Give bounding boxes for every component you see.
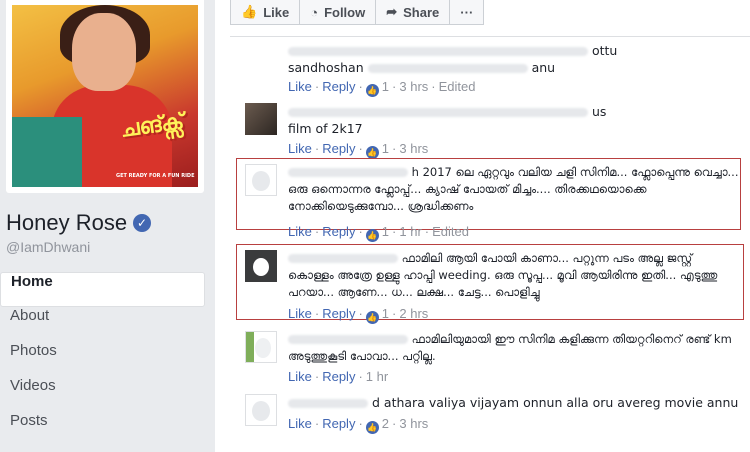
comment-meta: Like · Reply · 👍 1 · 3 hrs (288, 141, 429, 159)
comment-text: d athara valiya vijayam onnun alla oru a… (288, 394, 740, 411)
nav-home[interactable]: Home (0, 272, 205, 307)
like-count[interactable]: 1 (382, 141, 389, 156)
comment-like-link[interactable]: Like (288, 224, 312, 239)
left-column: ചങ്ക്സ് GET READY FOR A FUN RIDE Honey R… (0, 0, 210, 452)
follow-label: Follow (324, 4, 366, 20)
comment-text-fragment: us (591, 104, 607, 119)
comments-panel: 👍 Like ◔ Follow ➦ Share ··· ottu sandhos… (215, 0, 750, 452)
divider (230, 36, 750, 37)
page-nav: Home About Photos Videos Posts (0, 272, 205, 447)
comment-text: h 2017 ലെ ഏറ്റവും വലിയ ചളി സിനിമ... ഫ്ലോ… (288, 164, 740, 215)
more-dots-icon: ··· (460, 4, 474, 20)
share-button[interactable]: ➦ Share (376, 0, 451, 25)
commenter-name-fragment[interactable]: h (412, 165, 419, 179)
like-count-icon: 👍 (365, 84, 379, 97)
like-count[interactable]: 2 (382, 416, 389, 431)
comment: ഫാമിലിയുമായി ഈ സിനിമ കളിക്കുന്ന തിയറ്ററി… (245, 331, 740, 389)
nav-about[interactable]: About (0, 307, 205, 342)
comment: d athara valiya vijayam onnun alla oru a… (245, 394, 740, 444)
comment-body: film of 2k17 (288, 121, 363, 136)
comment-reply-link[interactable]: Reply (322, 306, 355, 321)
nav-posts[interactable]: Posts (0, 412, 205, 447)
nav-photos[interactable]: Photos (0, 342, 205, 377)
comment-text: ഫാമിലി ആയി പോയി കാണാ... പറ്റുന്ന പടം അല്… (288, 250, 740, 301)
profile-photo: ചങ്ക്സ് GET READY FOR A FUN RIDE (12, 5, 198, 187)
comment-body: sandhoshan (288, 60, 364, 75)
commenter-name-fragment[interactable]: d (372, 395, 380, 410)
like-count-icon: 👍 (365, 229, 379, 242)
verified-badge-icon: ✓ (133, 214, 152, 232)
comment-like-link[interactable]: Like (288, 306, 312, 321)
commenter-avatar[interactable] (245, 394, 277, 426)
follow-button[interactable]: ◔ Follow (300, 0, 377, 25)
comment-text: ഫാമിലിയുമായി ഈ സിനിമ കളിക്കുന്ന തിയറ്ററി… (288, 331, 740, 365)
like-count[interactable]: 1 (382, 79, 389, 94)
comment-body-tail: anu (531, 60, 556, 75)
comment-meta: Like · Reply · 👍 1 · 1 hr · Edited (288, 224, 469, 242)
like-count-icon: 👍 (365, 311, 379, 324)
like-count[interactable]: 1 (382, 224, 389, 239)
commenter-avatar[interactable] (245, 331, 277, 363)
page-name-text: Honey Rose (6, 210, 128, 235)
comment: ഫാമിലി ആയി പോയി കാണാ... പറ്റുന്ന പടം അല്… (245, 250, 740, 324)
comment-time[interactable]: 2 hrs (399, 306, 428, 321)
poster-title: ചങ്ക്സ് (118, 109, 186, 143)
comment-body: athara valiya vijayam onnun alla oru ave… (383, 395, 739, 410)
commenter-avatar[interactable] (245, 103, 277, 135)
rss-icon: ◔ (310, 4, 319, 20)
commenter-avatar[interactable] (245, 164, 277, 196)
comment-like-link[interactable]: Like (288, 416, 312, 431)
edited-label[interactable]: Edited (439, 79, 476, 94)
page-action-bar: 👍 Like ◔ Follow ➦ Share ··· (230, 0, 485, 25)
like-page-label: Like (263, 4, 290, 20)
comment-text-fragment: ottu (591, 43, 618, 58)
comment-meta: Like · Reply · 👍 1 · 3 hrs · Edited (288, 79, 476, 97)
comment-time[interactable]: 1 hr (399, 224, 421, 239)
more-options-button[interactable]: ··· (450, 0, 485, 25)
poster-tagline: GET READY FOR A FUN RIDE (116, 173, 195, 179)
comment-text: us film of 2k17 (288, 103, 740, 137)
comment-like-link[interactable]: Like (288, 369, 312, 384)
like-page-button[interactable]: 👍 Like (230, 0, 301, 25)
share-label: Share (403, 4, 440, 20)
comment-like-link[interactable]: Like (288, 79, 312, 94)
comment: us film of 2k17 Like · Reply · 👍 1 · 3 hrs (245, 103, 740, 159)
comment-text: ottu sandhoshan anu (288, 42, 740, 76)
comment-reply-link[interactable]: Reply (322, 79, 355, 94)
movie-poster-cast (12, 117, 82, 187)
comment-reply-link[interactable]: Reply (322, 416, 355, 431)
comment-time[interactable]: 3 hrs (399, 416, 428, 431)
page-name[interactable]: Honey Rose ✓ (6, 210, 152, 236)
page-handle[interactable]: @IamDhwani (6, 239, 90, 255)
edited-label[interactable]: Edited (432, 224, 469, 239)
comment-like-link[interactable]: Like (288, 141, 312, 156)
thumbs-up-icon: 👍 (241, 4, 258, 19)
comment: ottu sandhoshan anu Like · Reply · 👍 1 · 3 hrs ·… (245, 42, 740, 97)
nav-videos[interactable]: Videos (0, 377, 205, 412)
comment-reply-link[interactable]: Reply (322, 141, 355, 156)
share-arrow-icon: ➦ (386, 4, 398, 19)
comment-time[interactable]: 1 hr (366, 369, 388, 384)
comment-time[interactable]: 3 hrs (399, 141, 428, 156)
comment-reply-link[interactable]: Reply (322, 224, 355, 239)
comment-meta: Like · Reply · 1 hr (288, 369, 389, 384)
comment: h 2017 ലെ ഏറ്റവും വലിയ ചളി സിനിമ... ഫ്ലോ… (245, 164, 740, 242)
comment-meta: Like · Reply · 👍 1 · 2 hrs (288, 306, 429, 324)
like-count-icon: 👍 (365, 421, 379, 434)
like-count[interactable]: 1 (382, 306, 389, 321)
comment-meta: Like · Reply · 👍 2 · 3 hrs (288, 416, 429, 434)
profile-picture[interactable]: ചങ്ക്സ് GET READY FOR A FUN RIDE (6, 0, 204, 193)
comment-reply-link[interactable]: Reply (322, 369, 355, 384)
commenter-avatar[interactable] (245, 250, 277, 282)
comment-time[interactable]: 3 hrs (399, 79, 428, 94)
